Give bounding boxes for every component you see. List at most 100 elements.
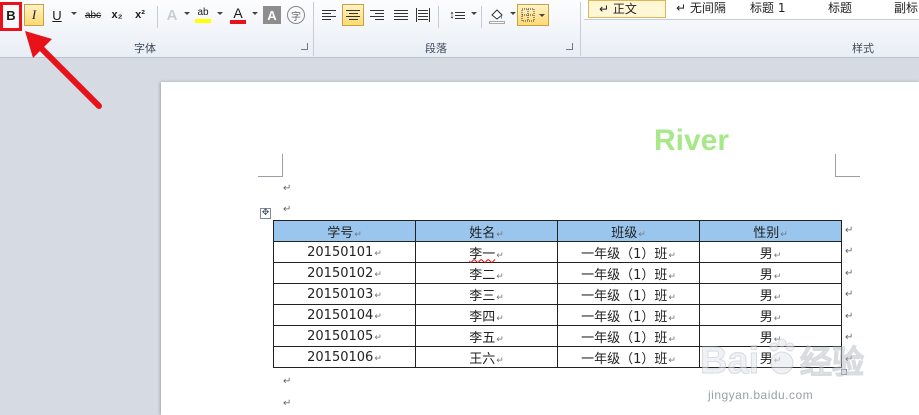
- line-spacing-lines: [454, 8, 465, 22]
- separator: [481, 6, 482, 28]
- cell-text: 20150105: [307, 328, 374, 344]
- table-cell[interactable]: 男↵: [699, 241, 842, 263]
- table-cell[interactable]: 20150105↵: [273, 325, 416, 347]
- subscript-button[interactable]: x₂: [108, 4, 126, 26]
- group-separator: [580, 2, 581, 56]
- table-cell[interactable]: 李四↵: [415, 304, 558, 326]
- font-color-dropdown-icon[interactable]: [252, 12, 258, 15]
- shading-dropdown-icon[interactable]: [510, 12, 516, 15]
- cell-mark: ↵: [668, 271, 676, 282]
- table-cell[interactable]: 20150102↵: [273, 262, 416, 284]
- header-text: 学号: [327, 225, 354, 241]
- underline-button[interactable]: U: [49, 4, 65, 26]
- cell-mark: ↵: [496, 334, 504, 345]
- table-cell[interactable]: 王六↵: [415, 346, 558, 368]
- cell-mark: ↵: [496, 250, 504, 261]
- borders-button[interactable]: [517, 4, 549, 26]
- distributed-icon: [416, 8, 430, 22]
- line-spacing-dropdown-icon[interactable]: [471, 12, 477, 15]
- paragraph-mark: ↵: [283, 398, 292, 409]
- table-cell[interactable]: 20150106↵: [273, 346, 416, 368]
- table-header-row: 学号↵ 姓名↵ 班级↵ 性别↵: [273, 220, 842, 242]
- align-right-icon: [370, 8, 384, 22]
- style-heading-1[interactable]: 标题 1: [750, 0, 785, 18]
- cell-mark: ↵: [374, 311, 382, 322]
- table-cell[interactable]: 李一↵: [415, 241, 558, 263]
- paragraph-mark: ↵: [283, 376, 292, 387]
- table-cell[interactable]: 20150104↵: [273, 304, 416, 326]
- text-effect-button[interactable]: A: [163, 4, 181, 26]
- shading-button[interactable]: [487, 4, 507, 26]
- cell-text: 李一: [469, 246, 496, 262]
- justify-button[interactable]: [392, 4, 410, 26]
- align-right-button[interactable]: [368, 4, 386, 26]
- strikethrough-button[interactable]: abc: [82, 4, 104, 26]
- font-dialog-launcher-icon[interactable]: [301, 43, 308, 50]
- table-row: 20150103↵ 李三↵ 一年级（1）班↵ 男↵: [273, 283, 842, 305]
- row-end-mark: ↵: [845, 268, 854, 279]
- cell-text: 20150106: [307, 349, 374, 365]
- table-cell[interactable]: 一年级（1）班↵: [557, 304, 700, 326]
- paragraph-dialog-launcher-icon[interactable]: [566, 43, 573, 50]
- highlight-button[interactable]: ab: [193, 4, 213, 26]
- cell-text: 男: [759, 288, 773, 304]
- paw-icon: [769, 338, 795, 375]
- cell-mark: ↵: [374, 248, 382, 259]
- header-cell[interactable]: 学号↵: [273, 220, 416, 242]
- header-cell[interactable]: 班级↵: [557, 220, 700, 242]
- row-end-mark: ↵: [845, 225, 854, 236]
- jingyan-logo-text: 经验: [800, 343, 864, 381]
- align-left-button[interactable]: [320, 4, 338, 26]
- borders-icon: [521, 8, 535, 22]
- line-spacing-button[interactable]: ↕: [446, 4, 468, 26]
- enclose-char-button[interactable]: 字: [287, 6, 305, 24]
- crop-mark-right: [835, 154, 860, 177]
- table-cell[interactable]: 男↵: [699, 283, 842, 305]
- table-cell[interactable]: 李三↵: [415, 283, 558, 305]
- table-cell[interactable]: 一年级（1）班↵: [557, 262, 700, 284]
- table-cell[interactable]: 男↵: [699, 262, 842, 284]
- table-cell[interactable]: 一年级（1）班↵: [557, 241, 700, 263]
- table-move-icon[interactable]: ✥: [260, 208, 271, 219]
- char-shading-button[interactable]: A: [263, 6, 281, 24]
- table-cell[interactable]: 男↵: [699, 304, 842, 326]
- header-cell[interactable]: 姓名↵: [415, 220, 558, 242]
- style-normal[interactable]: ↵ 正文: [588, 0, 666, 18]
- align-center-button[interactable]: [342, 4, 364, 26]
- font-color-label: A: [233, 5, 243, 21]
- cell-text: 男: [759, 309, 773, 325]
- cell-text: 李五: [469, 330, 496, 346]
- align-center-icon: [346, 8, 360, 22]
- font-color-button[interactable]: A: [229, 4, 247, 26]
- justify-icon: [394, 8, 408, 22]
- style-subtitle[interactable]: 副标: [894, 0, 918, 18]
- italic-button[interactable]: I: [24, 4, 44, 26]
- font-group-label: 字体: [134, 42, 156, 55]
- table-cell[interactable]: 李二↵: [415, 262, 558, 284]
- header-text: 性别: [753, 225, 780, 241]
- highlight-dropdown-icon[interactable]: [217, 12, 223, 15]
- table-cell[interactable]: 一年级（1）班↵: [557, 325, 700, 347]
- header-cell[interactable]: 性别↵: [699, 220, 842, 242]
- baidu-logo-text: Bai: [700, 340, 759, 382]
- cell-text: 一年级（1）班: [581, 351, 668, 367]
- highlight-color-bar: [195, 19, 211, 23]
- underline-dropdown-icon[interactable]: [71, 12, 77, 15]
- document-title[interactable]: River: [654, 124, 729, 158]
- cell-mark: ↵: [496, 313, 504, 324]
- table-cell[interactable]: 一年级（1）班↵: [557, 283, 700, 305]
- superscript-button[interactable]: x²: [131, 4, 149, 26]
- table-cell[interactable]: 20150103↵: [273, 283, 416, 305]
- table-cell[interactable]: 一年级（1）班↵: [557, 346, 700, 368]
- text-effect-dropdown-icon[interactable]: [184, 12, 190, 15]
- cell-mark: ↵: [773, 271, 782, 282]
- table-cell[interactable]: 李五↵: [415, 325, 558, 347]
- styles-gallery: ↵ 正文 ↵ 无间隔 标题 1 标题 副标: [584, 0, 919, 20]
- table-cell[interactable]: 20150101↵: [273, 241, 416, 263]
- row-end-mark: ↵: [845, 246, 854, 257]
- shading-icon: [491, 8, 503, 20]
- cell-text: 20150102: [307, 265, 374, 281]
- style-title[interactable]: 标题: [828, 0, 852, 18]
- style-no-spacing[interactable]: ↵ 无间隔: [676, 0, 726, 18]
- distributed-button[interactable]: [414, 4, 432, 26]
